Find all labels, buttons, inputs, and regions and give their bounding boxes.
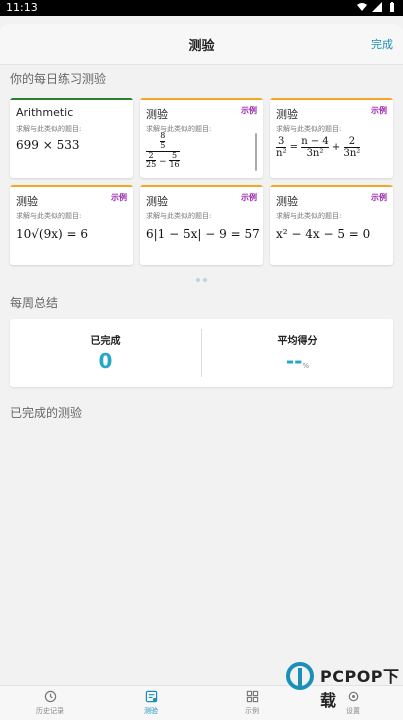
quiz-card-example-absolute[interactable]: 测验 示例 求解与此类似的题目: 6|1 − 5x| − 9 = 57 bbox=[140, 185, 263, 265]
card-title: Arithmetic bbox=[16, 106, 74, 119]
card-accent-bar bbox=[140, 98, 263, 100]
average-score-label: 平均得分 bbox=[277, 336, 318, 347]
card-title: 测验 bbox=[146, 195, 168, 208]
card-accent-bar bbox=[10, 185, 133, 187]
signal-icon bbox=[372, 2, 382, 12]
quiz-card-example-radical[interactable]: 测验 示例 求解与此类似的题目: 10√(9x) = 6 bbox=[10, 185, 133, 265]
average-score-number: -- bbox=[285, 349, 303, 373]
example-badge: 示例 bbox=[241, 193, 257, 202]
wifi-icon bbox=[357, 3, 367, 11]
card-title: 测验 bbox=[276, 195, 298, 208]
status-bar: 11:13 bbox=[0, 0, 403, 16]
card-title: 测验 bbox=[276, 108, 298, 121]
example-badge: 示例 bbox=[111, 193, 127, 202]
done-button[interactable]: 完成 bbox=[371, 36, 393, 52]
quiz-card-arithmetic[interactable]: Arithmetic 求解与此类似的题目: 699 × 533 bbox=[10, 98, 133, 178]
card-accent-bar bbox=[270, 185, 393, 187]
card-math-rendered: 85 2 25 − 5 16 bbox=[146, 131, 180, 170]
header: 测验 完成 bbox=[0, 24, 403, 65]
tab-history[interactable]: 历史记录 bbox=[10, 690, 90, 716]
card-math: 699 × 533 bbox=[16, 138, 80, 152]
quiz-card-example-quadratic[interactable]: 测验 示例 求解与此类似的题目: x² − 4x − 5 = 0 bbox=[270, 185, 393, 265]
average-score-value: --% bbox=[202, 349, 393, 373]
history-icon bbox=[44, 690, 56, 703]
quiz-card-example-fraction[interactable]: 测验 示例 求解与此类似的题目: 85 2 25 − 5 16 bbox=[140, 98, 263, 178]
pcpop-watermark: PCPOP下载 bbox=[280, 656, 403, 710]
card-accent-bar bbox=[10, 98, 133, 100]
card-math: x² − 4x − 5 = 0 bbox=[276, 227, 371, 241]
card-math: 6|1 − 5x| − 9 = 57 bbox=[146, 227, 260, 241]
card-title: 测验 bbox=[16, 195, 38, 208]
average-score-unit: % bbox=[302, 362, 310, 370]
example-badge: 示例 bbox=[371, 193, 387, 202]
weekly-section-title: 每周总结 bbox=[10, 296, 59, 310]
page-dot[interactable] bbox=[203, 278, 207, 282]
example-badge: 示例 bbox=[241, 106, 257, 115]
card-hint: 求解与此类似的题目: bbox=[276, 125, 342, 133]
watermark-text: PCPOP下载 bbox=[320, 667, 400, 710]
card-accent-bar bbox=[140, 185, 263, 187]
page-dot[interactable] bbox=[196, 278, 200, 282]
card-scrollbar[interactable] bbox=[255, 133, 257, 171]
quiz-card-example-rational[interactable]: 测验 示例 求解与此类似的题目: 3 n² = n − 4 3n² + 2 3n² bbox=[270, 98, 393, 178]
card-accent-bar bbox=[270, 98, 393, 100]
completed-label: 已完成 bbox=[90, 336, 121, 347]
tab-quiz[interactable]: 测验 bbox=[111, 690, 191, 716]
quiz-sheet: 测验 完成 你的每日练习测验 Arithmetic 求解与此类似的题目: 699… bbox=[0, 24, 403, 720]
card-title: 测验 bbox=[146, 108, 168, 121]
pcpop-logo-icon bbox=[286, 662, 314, 690]
card-hint: 求解与此类似的题目: bbox=[276, 212, 342, 220]
tab-label: 测验 bbox=[144, 707, 158, 715]
page-indicator[interactable] bbox=[196, 278, 207, 282]
card-math: 10√(9x) = 6 bbox=[16, 227, 88, 241]
battery-icon bbox=[390, 2, 394, 12]
example-badge: 示例 bbox=[371, 106, 387, 115]
card-hint: 求解与此类似的题目: bbox=[16, 125, 82, 133]
practice-section-title: 你的每日练习测验 bbox=[10, 72, 107, 86]
tab-label: 历史记录 bbox=[36, 707, 64, 715]
card-hint: 求解与此类似的题目: bbox=[146, 212, 212, 220]
completed-section-title: 已完成的测验 bbox=[10, 406, 83, 420]
weekly-summary-card: 已完成 0 平均得分 --% bbox=[10, 319, 393, 387]
grid-icon bbox=[246, 690, 258, 703]
completed-value: 0 bbox=[98, 349, 113, 373]
page-title: 测验 bbox=[188, 39, 215, 54]
quiz-icon bbox=[145, 690, 157, 703]
card-hint: 求解与此类似的题目: bbox=[16, 212, 82, 220]
status-time: 11:13 bbox=[6, 1, 38, 14]
tab-label: 示例 bbox=[245, 707, 259, 715]
card-math-rendered: 3 n² = n − 4 3n² + 2 3n² bbox=[276, 136, 361, 159]
